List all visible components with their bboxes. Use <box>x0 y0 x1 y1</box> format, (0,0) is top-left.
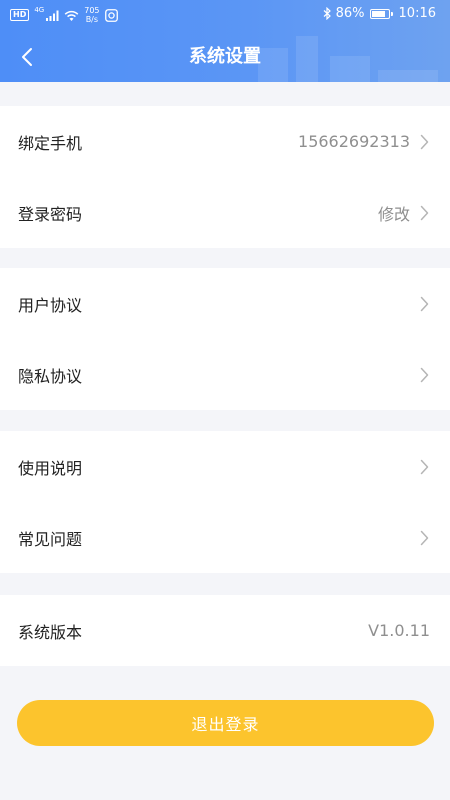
signal-icon <box>46 10 59 21</box>
row-label: 用户协议 <box>18 295 83 315</box>
version-value: V1.0.11 <box>368 621 430 640</box>
system-version-row: 系统版本 V1.0.11 <box>0 595 450 666</box>
back-button[interactable] <box>12 42 42 72</box>
wifi-icon <box>64 10 79 21</box>
row-label: 隐私协议 <box>18 366 83 386</box>
chevron-right-icon <box>420 530 430 546</box>
faq-row[interactable]: 常见问题 <box>0 502 450 573</box>
row-label: 系统版本 <box>18 622 83 642</box>
row-label: 常见问题 <box>18 529 83 549</box>
chevron-right-icon <box>420 459 430 475</box>
hd-badge: HD <box>10 9 30 21</box>
status-time: 10:16 <box>398 6 436 21</box>
network-speed: 705 B/s <box>84 6 99 24</box>
app-notification-icon <box>104 8 118 22</box>
row-value: 修改 <box>377 204 410 224</box>
settings-group-version: 系统版本 V1.0.11 <box>0 595 450 666</box>
battery-icon <box>369 8 393 19</box>
privacy-agreement-row[interactable]: 隐私协议 <box>0 339 450 410</box>
settings-group-help: 使用说明 常见问题 <box>0 431 450 573</box>
header-decoration <box>330 56 370 82</box>
row-label: 登录密码 <box>18 204 83 224</box>
chevron-right-icon <box>420 134 430 150</box>
row-value: 15662692313 <box>298 132 410 151</box>
network-speed-value: 705 <box>84 6 100 15</box>
bluetooth-icon <box>323 7 331 20</box>
header-decoration <box>296 36 318 82</box>
battery-percent: 86% <box>335 6 365 21</box>
header-decoration <box>378 70 438 82</box>
usage-guide-row[interactable]: 使用说明 <box>0 431 450 502</box>
chevron-right-icon <box>420 205 430 221</box>
network-type: 4G <box>34 6 45 14</box>
battery-fill <box>371 10 386 17</box>
chevron-left-icon <box>22 48 32 66</box>
network-speed-unit: B/s <box>85 15 99 24</box>
bind-phone-row[interactable]: 绑定手机 15662692313 <box>0 106 450 177</box>
chevron-right-icon <box>420 296 430 312</box>
settings-group-agreements: 用户协议 隐私协议 <box>0 268 450 410</box>
row-label: 使用说明 <box>18 458 83 478</box>
login-password-row[interactable]: 登录密码 修改 <box>0 177 450 248</box>
row-label: 绑定手机 <box>18 133 83 153</box>
page-title: 系统设置 <box>189 46 261 67</box>
user-agreement-row[interactable]: 用户协议 <box>0 268 450 339</box>
logout-button[interactable]: 退出登录 <box>17 700 434 746</box>
settings-group-account: 绑定手机 15662692313 登录密码 修改 <box>0 106 450 248</box>
status-bar: HD 4G 705 B/s 86% 10:16 <box>0 0 450 28</box>
header-bar: HD 4G 705 B/s 86% 10:16 系统设置 <box>0 0 450 82</box>
chevron-right-icon <box>420 367 430 383</box>
header-decoration <box>258 48 288 82</box>
